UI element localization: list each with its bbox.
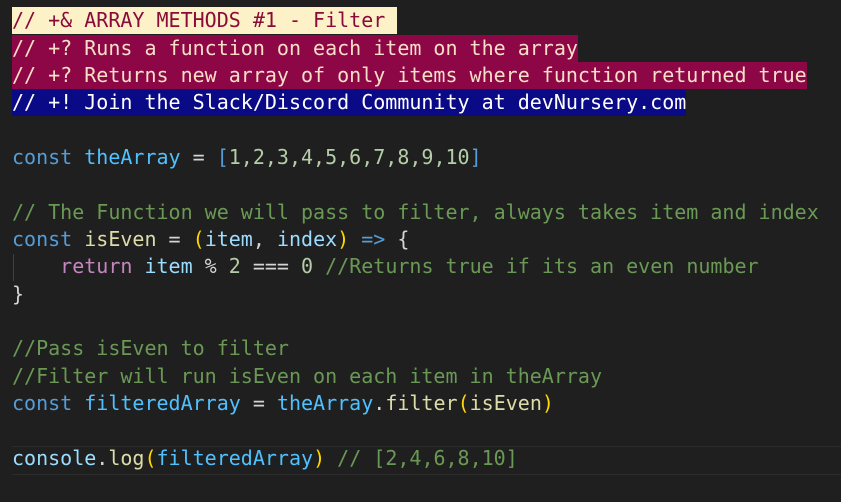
param: item xyxy=(204,227,253,251)
argument: filteredArray xyxy=(156,446,314,470)
code-line-4[interactable]: // +! Join the Slack/Discord Community a… xyxy=(12,89,687,116)
code-line-14[interactable]: //Filter will run isEven on each item in… xyxy=(12,363,602,390)
comment: //Returns true if its an even number xyxy=(313,254,759,278)
operator: = xyxy=(240,391,277,415)
paren: ) xyxy=(541,391,554,415)
paren: ( xyxy=(192,227,205,251)
param: index xyxy=(276,227,338,251)
code-line-1[interactable]: // +& ARRAY METHODS #1 - Filter xyxy=(12,7,398,34)
param: item xyxy=(144,254,193,278)
keyword: const xyxy=(12,227,73,251)
keyword: const xyxy=(12,145,73,169)
object: console xyxy=(12,446,97,470)
code-line-6[interactable]: const theArray = [1,2,3,4,5,6,7,8,9,10] xyxy=(12,144,482,171)
argument: isEven xyxy=(469,391,542,415)
variable: theArray xyxy=(84,145,181,169)
code-line-10[interactable]: return item % 2 === 0 //Returns true if … xyxy=(12,253,759,280)
dot: . xyxy=(373,391,386,415)
function-name: isEven xyxy=(84,227,157,251)
paren: ( xyxy=(144,446,157,470)
code-line-11[interactable]: } xyxy=(12,281,24,308)
paren: ) xyxy=(313,446,326,470)
code-line-17[interactable]: console.log(filteredArray) // [2,4,6,8,1… xyxy=(12,445,518,472)
arrow: => xyxy=(349,227,398,251)
code-line-15[interactable]: const filteredArray = theArray.filter(is… xyxy=(12,390,554,417)
variable: theArray xyxy=(276,391,374,415)
variable: filteredArray xyxy=(84,391,241,415)
dot: . xyxy=(96,446,109,470)
code-line-2[interactable]: // +? Runs a function on each item on th… xyxy=(12,35,578,62)
paren: ) xyxy=(337,227,350,251)
comma: , xyxy=(252,227,277,251)
bracket: [ xyxy=(216,145,229,169)
operator: === xyxy=(240,254,302,278)
operator: % xyxy=(192,254,229,278)
number: 2 xyxy=(228,254,241,278)
comment: // [2,4,6,8,10] xyxy=(325,446,518,470)
keyword-return: return xyxy=(60,254,133,278)
code-line-3[interactable]: // +? Returns new array of only items wh… xyxy=(12,62,807,89)
operator: = xyxy=(156,227,193,251)
brace: { xyxy=(397,227,410,251)
keyword: const xyxy=(12,391,73,415)
method: log xyxy=(108,446,145,470)
code-line-9[interactable]: const isEven = (item, index) => { xyxy=(12,226,409,253)
code-editor[interactable]: // +& ARRAY METHODS #1 - Filter // +? Ru… xyxy=(0,0,841,502)
code-line-13[interactable]: //Pass isEven to filter xyxy=(12,335,289,362)
paren: ( xyxy=(457,391,470,415)
code-line-8[interactable]: // The Function we will pass to filter, … xyxy=(12,199,819,226)
bracket: ] xyxy=(469,145,482,169)
operator: = xyxy=(180,145,217,169)
numbers: 1,2,3,4,5,6,7,8,9,10 xyxy=(228,145,470,169)
method: filter xyxy=(385,391,458,415)
number: 0 xyxy=(301,254,314,278)
